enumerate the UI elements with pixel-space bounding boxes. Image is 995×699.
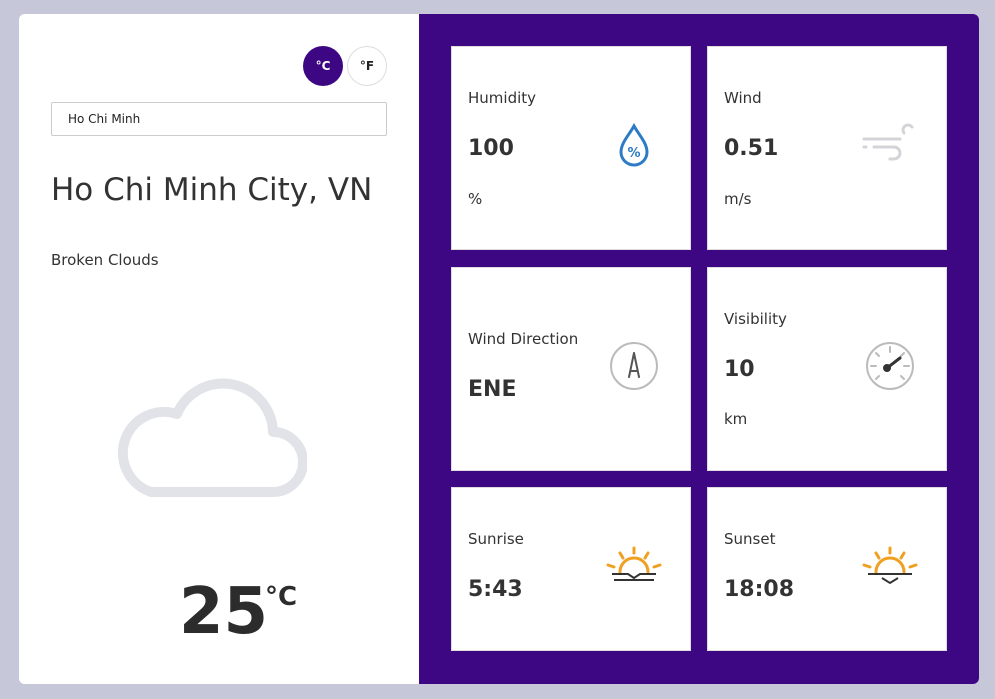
- humidity-icon: %: [619, 123, 649, 167]
- sunset-label: Sunset: [724, 530, 776, 548]
- cloud-icon: [117, 378, 307, 497]
- sunrise-label: Sunrise: [468, 530, 524, 548]
- sunrise-card: Sunrise 5:43: [451, 487, 691, 651]
- sunset-value: 18:08: [724, 577, 795, 602]
- sunrise-icon: [606, 546, 662, 581]
- humidity-value: 100: [468, 136, 514, 161]
- weather-app: °C °F Ho Chi Minh City, VN Broken Clouds…: [19, 14, 979, 684]
- temperature-value: 25: [179, 575, 269, 649]
- wind-icon: [862, 123, 914, 161]
- humidity-card: Humidity 100 % %: [451, 46, 691, 250]
- humidity-unit: %: [468, 190, 483, 208]
- left-panel: °C °F Ho Chi Minh City, VN Broken Clouds…: [19, 14, 419, 684]
- humidity-label: Humidity: [468, 89, 537, 107]
- city-title: Ho Chi Minh City, VN: [51, 172, 373, 208]
- weather-description: Broken Clouds: [51, 251, 159, 269]
- temperature-unit: °C: [265, 582, 298, 612]
- sunset-icon: [862, 546, 918, 585]
- sunrise-value: 5:43: [468, 577, 523, 602]
- wind-unit: m/s: [724, 190, 752, 208]
- celsius-button[interactable]: °C: [303, 46, 343, 86]
- gauge-icon: [866, 342, 914, 390]
- visibility-card: Visibility 10 km: [707, 267, 947, 471]
- wind-direction-label: Wind Direction: [468, 330, 579, 348]
- visibility-value: 10: [724, 357, 755, 382]
- wind-direction-card: Wind Direction ENE: [451, 267, 691, 471]
- sunset-card: Sunset 18:08: [707, 487, 947, 651]
- fahrenheit-button[interactable]: °F: [347, 46, 387, 86]
- wind-value: 0.51: [724, 136, 779, 161]
- visibility-unit: km: [724, 410, 748, 428]
- wind-label: Wind: [724, 89, 762, 107]
- details-panel: Humidity 100 % % Wind 0.51 m/s Wind Dire…: [419, 14, 979, 684]
- compass-icon: [610, 342, 658, 390]
- city-search-input[interactable]: [51, 102, 387, 136]
- visibility-label: Visibility: [724, 310, 787, 328]
- wind-direction-value: ENE: [468, 377, 517, 402]
- svg-text:%: %: [627, 146, 640, 161]
- wind-card: Wind 0.51 m/s: [707, 46, 947, 250]
